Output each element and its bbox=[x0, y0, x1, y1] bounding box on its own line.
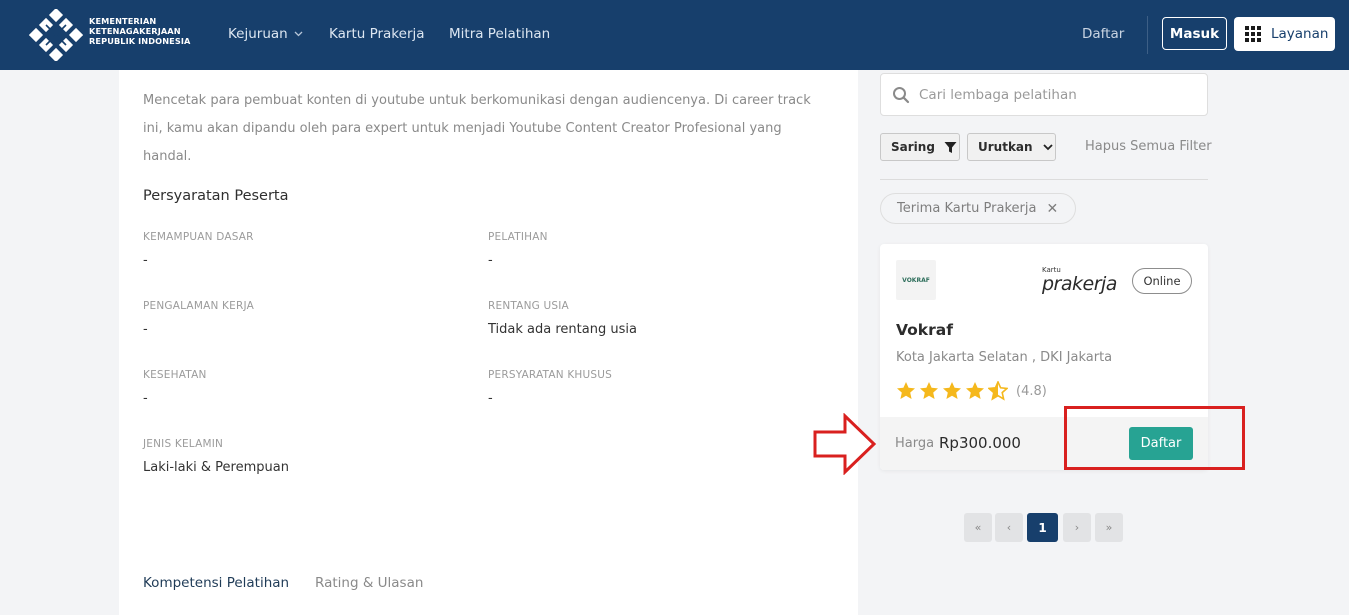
star-icon bbox=[943, 382, 961, 399]
rating-value: (4.8) bbox=[1016, 383, 1047, 399]
requirements-title: Persyaratan Peserta bbox=[143, 188, 289, 204]
nav-mitra-pelatihan[interactable]: Mitra Pelatihan bbox=[449, 26, 550, 42]
star-icon bbox=[897, 382, 915, 399]
provider-name[interactable]: Vokraf bbox=[896, 321, 953, 339]
kemnaker-logo-icon[interactable] bbox=[29, 9, 83, 61]
requirement-value: - bbox=[143, 391, 148, 406]
provider-logo: VOKRAF bbox=[896, 260, 936, 300]
kartu-logo-big-text: prakerja bbox=[1042, 273, 1117, 295]
requirement-value: - bbox=[143, 253, 148, 268]
sort-button[interactable]: Urutkan bbox=[967, 133, 1056, 161]
services-button-label: Layanan bbox=[1271, 26, 1329, 42]
filter-button-label: Saring bbox=[891, 140, 935, 154]
rating-stars: (4.8) bbox=[896, 380, 1047, 402]
training-description: Mencetak para pembuat konten di youtube … bbox=[143, 93, 811, 164]
highlight-box bbox=[1064, 406, 1245, 470]
kartu-prakerja-logo: Kartu prakerja bbox=[1042, 266, 1120, 296]
requirement-label: PERSYARATAN KHUSUS bbox=[488, 369, 613, 381]
login-button[interactable]: Masuk bbox=[1162, 17, 1227, 50]
mode-badge: Online bbox=[1132, 268, 1192, 294]
nav-kejuruan[interactable]: Kejuruan bbox=[228, 26, 304, 42]
apps-grid-icon bbox=[1245, 26, 1261, 42]
search-icon bbox=[893, 87, 910, 104]
requirement-value: - bbox=[488, 253, 493, 268]
star-icon bbox=[920, 382, 938, 399]
tab-rating-ulasan[interactable]: Rating & Ulasan bbox=[315, 575, 423, 591]
star-half-icon bbox=[988, 381, 1008, 401]
ministry-name-line: REPUBLIK INDONESIA bbox=[89, 36, 191, 46]
active-filter-chip: Terima Kartu Prakerja ✕ bbox=[880, 193, 1076, 224]
provider-logo-text: VOKRAF bbox=[902, 276, 930, 284]
nav-kartu-prakerja[interactable]: Kartu Prakerja bbox=[329, 26, 425, 42]
pagination-last[interactable]: » bbox=[1095, 513, 1123, 542]
requirement-value: Tidak ada rentang usia bbox=[488, 322, 637, 337]
requirement-value: Laki-laki & Perempuan bbox=[143, 460, 289, 475]
register-link[interactable]: Daftar bbox=[1082, 26, 1124, 42]
provider-location: Kota Jakarta Selatan , DKI Jakarta bbox=[896, 350, 1113, 365]
chevron-down-icon bbox=[1042, 144, 1053, 151]
sort-button-label: Urutkan bbox=[978, 140, 1033, 154]
top-navbar: KEMENTERIAN KETENAGAKERJAAN REPUBLIK IND… bbox=[0, 0, 1349, 70]
filter-divider bbox=[880, 179, 1208, 180]
funnel-icon bbox=[944, 141, 957, 153]
star-icon bbox=[966, 382, 984, 399]
requirement-value: - bbox=[488, 391, 493, 406]
chevron-down-icon bbox=[294, 31, 303, 37]
pagination-first[interactable]: « bbox=[964, 513, 992, 542]
requirement-label: PENGALAMAN KERJA bbox=[143, 300, 254, 312]
requirement-label: KEMAMPUAN DASAR bbox=[143, 231, 254, 243]
tab-kompetensi-pelatihan[interactable]: Kompetensi Pelatihan bbox=[143, 575, 289, 591]
requirement-label: PELATIHAN bbox=[488, 231, 548, 243]
requirement-value: - bbox=[143, 322, 148, 337]
search-input[interactable] bbox=[919, 83, 1199, 107]
clear-all-filters-link[interactable]: Hapus Semua Filter bbox=[1085, 139, 1212, 154]
filter-button[interactable]: Saring bbox=[880, 133, 960, 161]
ministry-name: KEMENTERIAN KETENAGAKERJAAN REPUBLIK IND… bbox=[89, 16, 190, 46]
close-icon[interactable]: ✕ bbox=[1046, 201, 1058, 217]
requirement-label: RENTANG USIA bbox=[488, 300, 569, 312]
search-box bbox=[880, 73, 1208, 116]
ministry-name-line: KETENAGAKERJAAN bbox=[89, 26, 181, 36]
training-detail-panel: Mencetak para pembuat konten di youtube … bbox=[119, 70, 858, 615]
requirement-label: KESEHATAN bbox=[143, 369, 207, 381]
requirement-label: JENIS KELAMIN bbox=[143, 438, 224, 450]
nav-divider bbox=[1147, 16, 1148, 54]
nav-kejuruan-label: Kejuruan bbox=[228, 26, 288, 42]
price-value: Rp300.000 bbox=[939, 434, 1021, 452]
arrow-right-icon bbox=[813, 413, 877, 475]
price-label: Harga bbox=[895, 436, 935, 451]
active-filter-label: Terima Kartu Prakerja bbox=[897, 201, 1037, 216]
services-button[interactable]: Layanan bbox=[1234, 17, 1335, 51]
ministry-name-line: KEMENTERIAN bbox=[89, 16, 157, 26]
pagination-next[interactable]: › bbox=[1063, 513, 1091, 542]
pagination-page[interactable]: 1 bbox=[1027, 513, 1058, 542]
pagination-prev[interactable]: ‹ bbox=[995, 513, 1023, 542]
